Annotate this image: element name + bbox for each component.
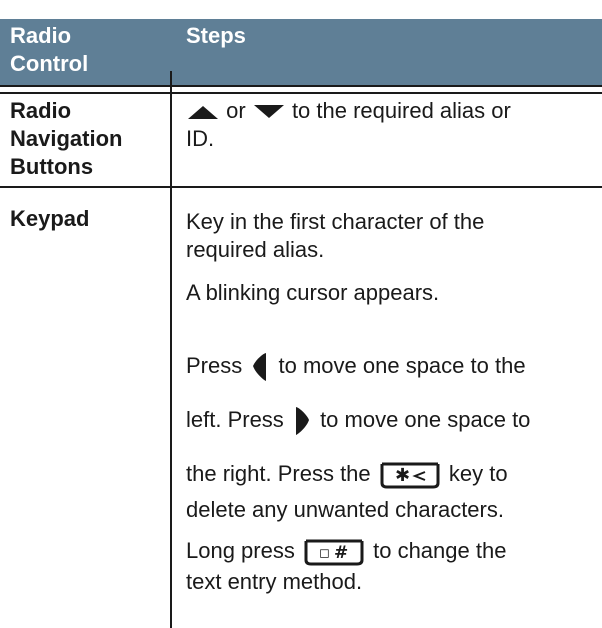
- svg-text:◻: ◻: [319, 546, 330, 561]
- header-steps: Steps: [186, 23, 246, 48]
- step-line: delete any unwanted characters.: [186, 497, 504, 522]
- table-header: Radio Control Steps: [0, 19, 602, 85]
- step-text: Long press: [186, 538, 295, 563]
- step-text: key to: [448, 461, 508, 486]
- step-text: the right. Press the: [186, 461, 371, 486]
- header-col1-text: Radio Control: [10, 23, 89, 76]
- step-paragraph: left. Press to move one space to: [186, 402, 596, 438]
- down-arrow-icon: [253, 105, 284, 119]
- control-cell: Keypad: [10, 206, 90, 231]
- header-divider: [0, 85, 602, 94]
- step-paragraph: A blinking cursor appears.: [186, 280, 440, 305]
- step-line: text entry method.: [186, 569, 363, 595]
- table-row: Keypad Key in the first character of the…: [0, 71, 602, 628]
- control-label-line: Buttons: [10, 154, 94, 179]
- steps-cell: or to the required alias or ID.: [186, 97, 596, 153]
- step-text: Press: [186, 353, 243, 378]
- step-line: or to the required alias or: [186, 97, 596, 125]
- step-or: or: [226, 98, 246, 123]
- step-text: left. Press: [186, 407, 284, 432]
- table-row: Radio Navigation Buttons or to the requi…: [0, 94, 602, 186]
- step-paragraph: Long press ◻ # to change the text entry …: [186, 536, 596, 597]
- control-label-line: Radio: [10, 98, 72, 123]
- step-line: Key in the first character of the: [186, 209, 485, 234]
- step-paragraph: the right. Press the ✱ key to delete any…: [186, 456, 596, 528]
- step-paragraph: Press to move one space to the: [186, 348, 596, 384]
- steps-table: Radio Control Steps Radio Navigation But…: [0, 19, 602, 628]
- step-line: ID.: [186, 126, 215, 151]
- column-divider: [170, 71, 172, 628]
- step-text: to move one space to: [320, 407, 531, 432]
- header-radio-control: Radio Control: [10, 22, 150, 78]
- svg-text:✱: ✱: [395, 465, 410, 486]
- step-text: to move one space to the: [278, 353, 526, 378]
- step-text: to the required alias or: [291, 98, 511, 123]
- control-label-line: Navigation: [10, 126, 123, 151]
- control-cell: Radio Navigation Buttons: [10, 97, 170, 181]
- right-key-icon: [295, 407, 309, 436]
- step-text: to change the: [373, 538, 507, 563]
- up-arrow-icon: [188, 106, 218, 120]
- star-back-key-icon: ✱: [380, 462, 440, 489]
- step-paragraph: Key in the first character of the requir…: [186, 208, 596, 264]
- svg-text:#: #: [334, 543, 348, 563]
- hash-key-icon: ◻ #: [304, 539, 364, 566]
- step-line: required alias.: [186, 237, 325, 262]
- left-key-icon: [253, 353, 267, 382]
